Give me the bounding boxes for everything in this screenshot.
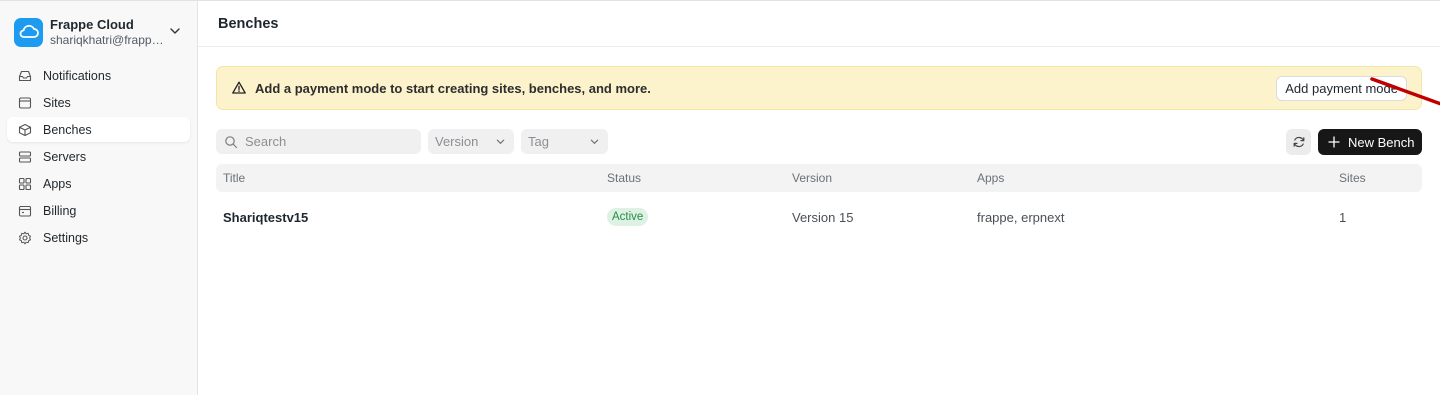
sidebar-item-notifications[interactable]: Notifications (7, 63, 190, 88)
search-box[interactable] (216, 129, 421, 154)
sidebar-item-label: Sites (43, 95, 71, 110)
team-name: Frappe Cloud (50, 16, 134, 32)
sidebar-item-label: Settings (43, 230, 89, 245)
refresh-button[interactable] (1286, 129, 1311, 155)
warning-icon (232, 81, 246, 94)
main-content: Benches Add a payment mode to start crea… (198, 1, 1440, 395)
column-header-apps: Apps (977, 171, 1005, 185)
sidebar-item-benches[interactable]: Benches (7, 117, 190, 142)
inbox-icon (18, 69, 32, 83)
benches-table: Title Status Version Apps Sites Shariqte… (216, 164, 1422, 242)
app-window: Frappe Cloud shariqkhatri@frappe.io Noti… (0, 0, 1440, 395)
sidebar: Frappe Cloud shariqkhatri@frappe.io Noti… (0, 1, 198, 395)
page-title: Benches (218, 15, 279, 32)
bench-title: Shariqtestv15 (223, 210, 309, 225)
sidebar-item-servers[interactable]: Servers (7, 144, 190, 169)
refresh-icon (1293, 136, 1304, 148)
list-toolbar: Version Tag (216, 129, 1422, 155)
chevron-down-icon (590, 139, 599, 144)
sidebar-item-billing[interactable]: Billing (7, 198, 190, 223)
status-badge: Active (607, 208, 649, 226)
sidebar-item-apps[interactable]: Apps (7, 171, 190, 196)
frappe-cloud-logo (14, 17, 43, 47)
column-header-status: Status (607, 171, 642, 185)
column-header-title: Title (223, 171, 246, 185)
table-header: Title Status Version Apps Sites (216, 164, 1422, 192)
browser-icon (18, 96, 32, 110)
annotation-arrow-icon (1370, 77, 1440, 106)
table-row[interactable]: Shariqtestv15 Active Version 15 frappe, … (216, 192, 1422, 242)
column-header-sites: Sites (1339, 171, 1366, 185)
grid-icon (18, 177, 32, 191)
server-icon (18, 150, 32, 164)
bench-apps: frappe, erpnext (977, 210, 1065, 225)
sidebar-item-label: Notifications (43, 68, 112, 83)
wallet-icon (18, 204, 32, 218)
chevron-down-icon (170, 28, 180, 34)
user-email: shariqkhatri@frappe.io (50, 32, 170, 47)
tag-filter-select[interactable]: Tag (521, 129, 608, 154)
sidebar-nav: Notifications Sites Benches Servers Apps… (7, 63, 190, 252)
bench-sites-count: 1 (1339, 210, 1347, 225)
column-header-version: Version (792, 171, 833, 185)
gear-icon (18, 231, 32, 245)
page-header: Benches (198, 1, 1440, 47)
version-filter-label: Version (435, 134, 479, 149)
sidebar-item-label: Billing (43, 203, 77, 218)
team-switcher[interactable]: Frappe Cloud shariqkhatri@frappe.io (14, 14, 189, 50)
package-icon (18, 123, 32, 137)
new-bench-label: New Bench (1348, 134, 1415, 150)
version-filter-select[interactable]: Version (428, 129, 514, 154)
chevron-down-icon (496, 139, 505, 144)
bench-version: Version 15 (792, 210, 854, 225)
sidebar-item-label: Benches (43, 122, 92, 137)
search-icon (225, 135, 238, 148)
sidebar-item-label: Apps (43, 176, 72, 191)
tag-filter-label: Tag (528, 134, 549, 149)
sidebar-item-label: Servers (43, 149, 87, 164)
sidebar-item-settings[interactable]: Settings (7, 225, 190, 250)
plus-icon (1328, 136, 1340, 148)
search-input[interactable] (245, 134, 415, 149)
sidebar-item-sites[interactable]: Sites (7, 90, 190, 115)
payment-warning-banner: Add a payment mode to start creating sit… (216, 66, 1422, 110)
banner-message: Add a payment mode to start creating sit… (255, 80, 651, 96)
